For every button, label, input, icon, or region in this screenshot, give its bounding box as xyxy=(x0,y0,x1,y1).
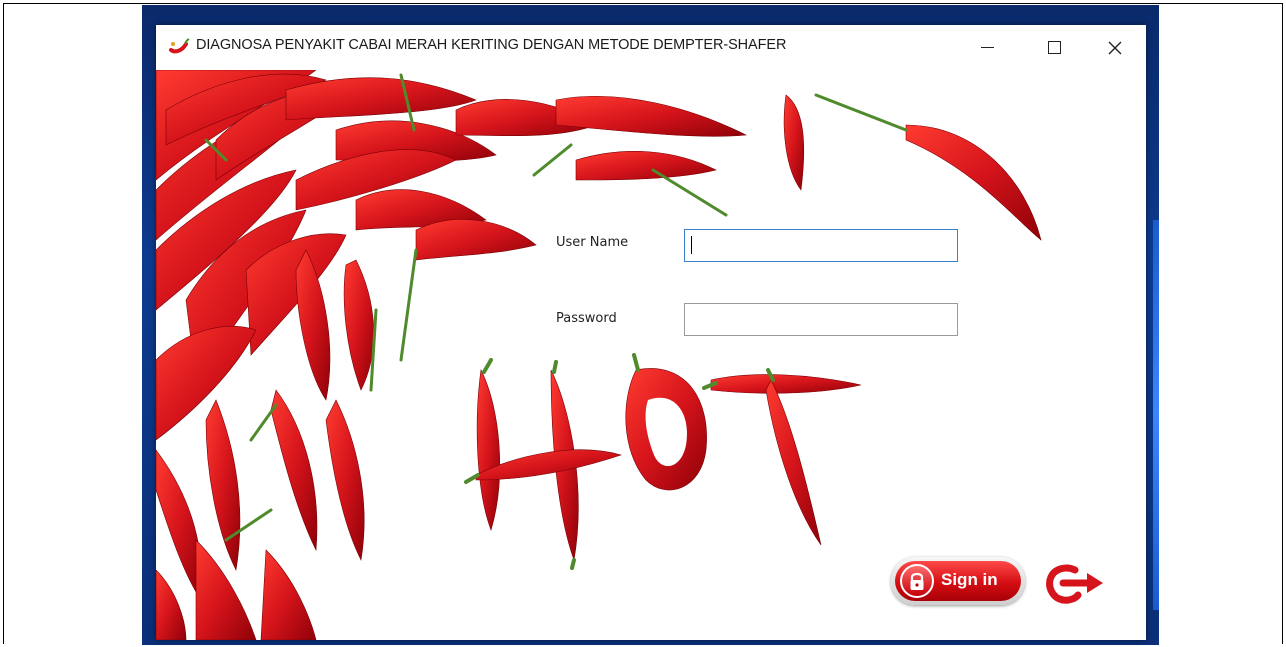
minimize-button[interactable] xyxy=(964,25,1010,70)
signin-button[interactable]: Sign in xyxy=(891,557,1025,605)
close-button[interactable] xyxy=(1092,25,1138,70)
desktop-accent-strip xyxy=(1153,220,1159,610)
exit-arrow-icon xyxy=(1046,564,1103,604)
window-title: DIAGNOSA PENYAKIT CABAI MERAH KERITING D… xyxy=(196,37,787,53)
exit-button[interactable] xyxy=(1045,562,1107,604)
chili-peppers-background-image xyxy=(156,70,1042,640)
title-bar[interactable]: DIAGNOSA PENYAKIT CABAI MERAH KERITING D… xyxy=(156,25,1146,70)
close-icon xyxy=(1108,41,1122,54)
maximize-icon xyxy=(1047,41,1061,54)
signin-button-face: Sign in xyxy=(895,561,1021,601)
login-content: User Name Password Sign in xyxy=(156,70,1146,640)
username-label: User Name xyxy=(556,235,629,250)
password-label: Password xyxy=(556,311,617,326)
text-caret xyxy=(691,236,692,254)
maximize-button[interactable] xyxy=(1031,25,1077,70)
lock-icon xyxy=(900,564,934,598)
chili-app-icon xyxy=(169,38,190,54)
password-input[interactable] xyxy=(684,303,958,336)
signin-label: Sign in xyxy=(941,570,998,589)
login-window: DIAGNOSA PENYAKIT CABAI MERAH KERITING D… xyxy=(156,25,1146,640)
username-input[interactable] xyxy=(684,229,958,262)
minimize-icon xyxy=(980,46,994,49)
